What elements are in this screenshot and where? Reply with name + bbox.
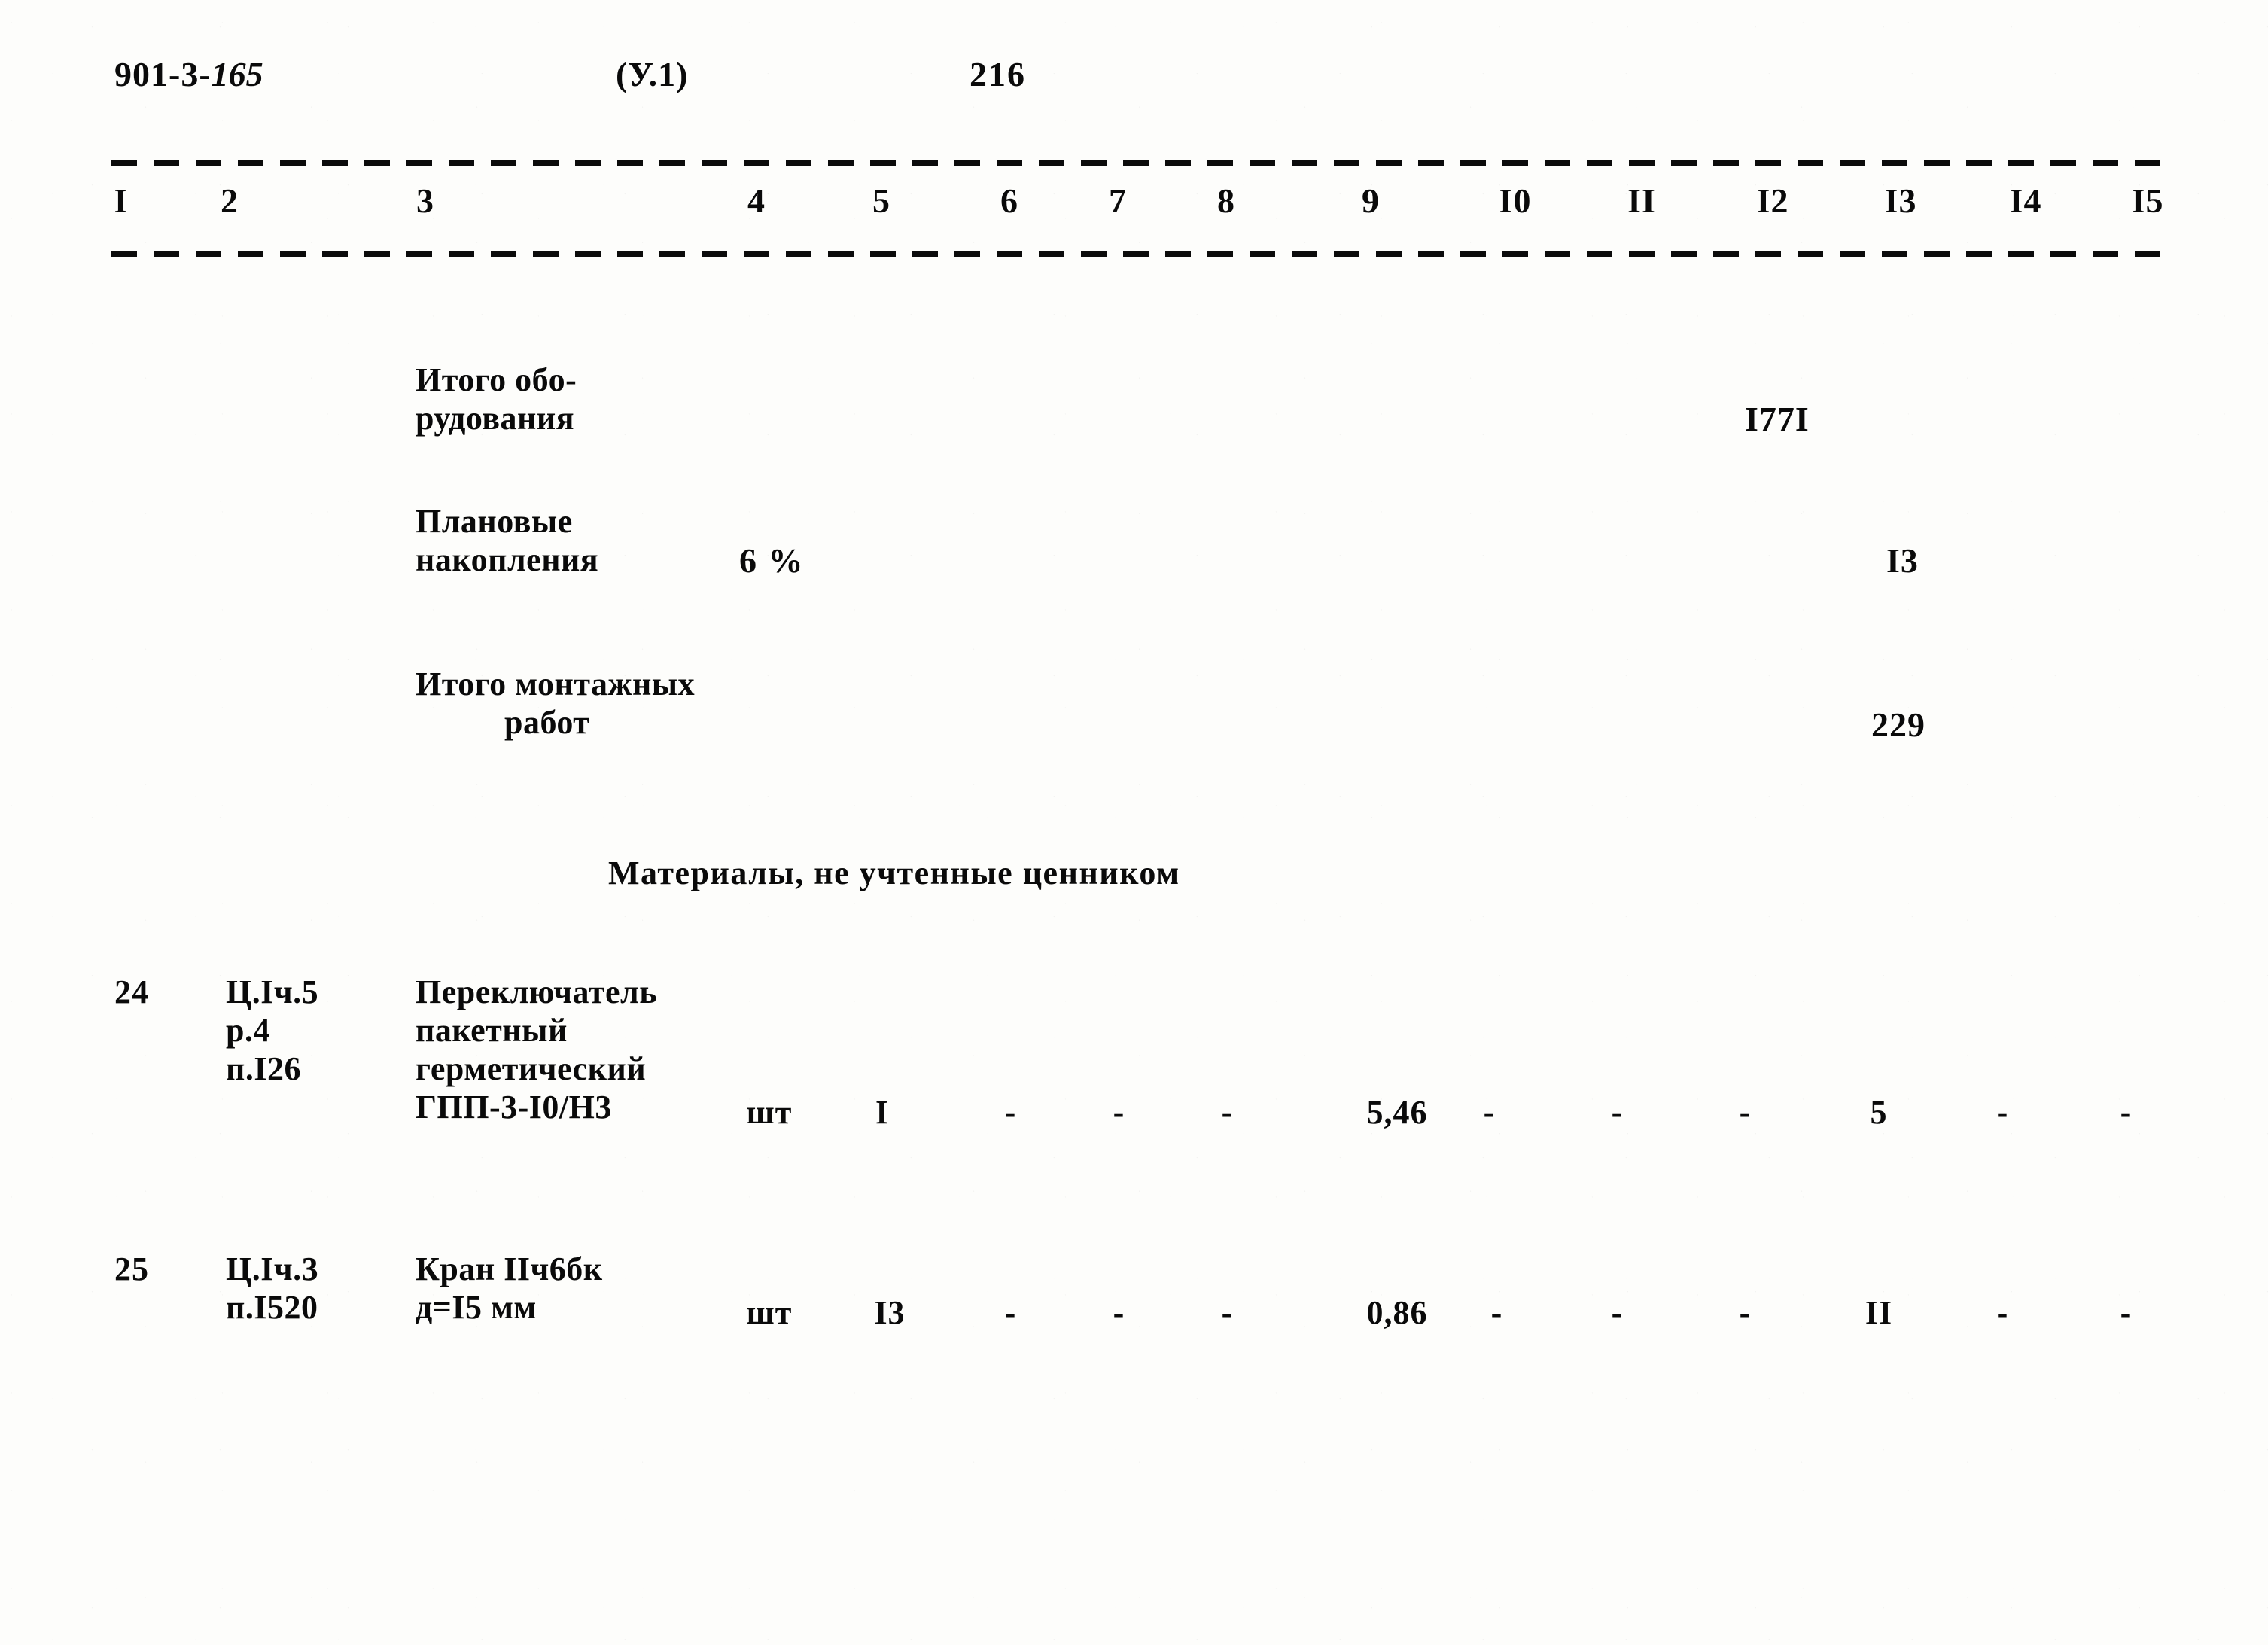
row-col15: - bbox=[2120, 1094, 2132, 1131]
summary-row-total-installation: Итого монтажных работ bbox=[416, 666, 695, 742]
column-number-12: I2 bbox=[1756, 181, 1789, 220]
row-col8: - bbox=[1221, 1294, 1233, 1331]
row-unit: шт bbox=[746, 1294, 793, 1331]
table-rule-top bbox=[111, 160, 2175, 166]
column-number-11: II bbox=[1627, 181, 1656, 220]
summary-label-line1: Плановые bbox=[416, 503, 573, 540]
page-number: 216 bbox=[970, 55, 1026, 93]
row-col11: - bbox=[1611, 1294, 1623, 1331]
column-number-row: I 2 3 4 5 6 7 8 9 I0 II I2 I3 I4 I5 bbox=[0, 181, 2268, 233]
scan-noise-overlay bbox=[0, 0, 2268, 1645]
row-col9: 0,86 bbox=[1366, 1294, 1428, 1331]
page-header: 901-3-165 (У.1) 216 bbox=[0, 54, 2268, 107]
row-description-line2: д=I5 мм bbox=[416, 1289, 537, 1327]
summary-label-line2: рудования bbox=[416, 399, 575, 437]
column-number-9: 9 bbox=[1362, 181, 1380, 220]
column-number-4: 4 bbox=[747, 181, 766, 220]
row-reference-line2: р.4 bbox=[226, 1012, 270, 1049]
row-col10: - bbox=[1483, 1094, 1495, 1131]
document-code: 901-3-165 bbox=[114, 54, 263, 94]
row-description-line3: герметический bbox=[416, 1050, 647, 1088]
row-col9: 5,46 bbox=[1366, 1094, 1428, 1131]
row-description: Кран IIч6бк д=I5 мм bbox=[416, 1250, 603, 1327]
row-col6: - bbox=[1004, 1094, 1016, 1131]
row-number: 24 bbox=[114, 973, 149, 1010]
summary-percent-planned-savings: 6 % bbox=[739, 541, 805, 580]
row-number: 25 bbox=[114, 1251, 149, 1287]
column-number-2: 2 bbox=[221, 181, 239, 220]
row-unit: шт bbox=[746, 1094, 793, 1131]
column-number-3: 3 bbox=[416, 181, 434, 220]
summary-label-line1: Итого обо- bbox=[416, 361, 577, 398]
column-number-7: 7 bbox=[1109, 181, 1127, 220]
row-col7: - bbox=[1113, 1094, 1125, 1131]
summary-label-line2: работ bbox=[504, 703, 590, 741]
document-code-prefix: 901-3- bbox=[114, 55, 212, 93]
row-col11: - bbox=[1611, 1094, 1623, 1131]
row-col13: II bbox=[1865, 1294, 1893, 1331]
summary-row-planned-savings: Плановые накопления bbox=[416, 503, 598, 579]
column-number-14: I4 bbox=[2009, 181, 2042, 220]
row-reference-line1: Ц.Iч.3 bbox=[226, 1251, 319, 1287]
row-col12: - bbox=[1739, 1094, 1751, 1131]
row-col5: I bbox=[875, 1094, 890, 1131]
summary-label-line2: накопления bbox=[416, 541, 599, 578]
row-col14: - bbox=[1996, 1294, 2008, 1331]
row-reference-line3: п.I26 bbox=[226, 1050, 301, 1088]
row-reference-line1: Ц.Iч.5 bbox=[226, 973, 319, 1010]
summary-value-total-installation: 229 bbox=[1871, 705, 1926, 744]
column-number-5: 5 bbox=[872, 181, 890, 220]
row-col6: - bbox=[1004, 1294, 1016, 1331]
column-number-10: I0 bbox=[1499, 181, 1532, 220]
row-col13: 5 bbox=[1870, 1094, 1888, 1131]
row-reference-line2: п.I520 bbox=[226, 1289, 318, 1327]
summary-value-total-equipment: I77I bbox=[1745, 400, 1810, 438]
column-number-6: 6 bbox=[1000, 181, 1018, 220]
row-col10: - bbox=[1490, 1294, 1502, 1331]
row-description: Переключатель пакетный герметический ГПП-3-… bbox=[416, 973, 657, 1126]
document-page: 901-3-165 (У.1) 216 I 2 3 4 5 6 7 8 9 I0… bbox=[0, 0, 2268, 1645]
row-col5: I3 bbox=[874, 1294, 906, 1331]
row-description-line4: ГПП-3-I0/Н3 bbox=[416, 1089, 612, 1126]
document-code-suffix: 165 bbox=[211, 55, 263, 93]
section-title-unpriced-materials: Материалы, не учтенные ценником bbox=[608, 854, 1180, 891]
row-description-line1: Кран IIч6бк bbox=[416, 1251, 603, 1287]
row-col8: - bbox=[1221, 1094, 1233, 1131]
column-number-1: I bbox=[114, 181, 129, 220]
column-number-15: I5 bbox=[2131, 181, 2164, 220]
row-col12: - bbox=[1739, 1294, 1751, 1331]
summary-row-total-equipment: Итого обо- рудования bbox=[416, 361, 577, 437]
table-rule-bottom bbox=[111, 251, 2175, 257]
row-description-line1: Переключатель bbox=[416, 973, 658, 1010]
column-number-13: I3 bbox=[1884, 181, 1917, 220]
row-reference: Ц.Iч.5 р.4 п.I26 bbox=[226, 973, 318, 1088]
document-part-label: (У.1) bbox=[616, 55, 689, 93]
row-col7: - bbox=[1113, 1294, 1125, 1331]
summary-label-line1: Итого монтажных bbox=[416, 666, 696, 702]
row-col14: - bbox=[1996, 1094, 2008, 1131]
row-reference: Ц.Iч.3 п.I520 bbox=[226, 1250, 318, 1327]
column-number-8: 8 bbox=[1217, 181, 1235, 220]
row-col15: - bbox=[2120, 1294, 2132, 1331]
row-description-line2: пакетный bbox=[416, 1012, 568, 1049]
summary-value-planned-savings: I3 bbox=[1886, 541, 1919, 580]
